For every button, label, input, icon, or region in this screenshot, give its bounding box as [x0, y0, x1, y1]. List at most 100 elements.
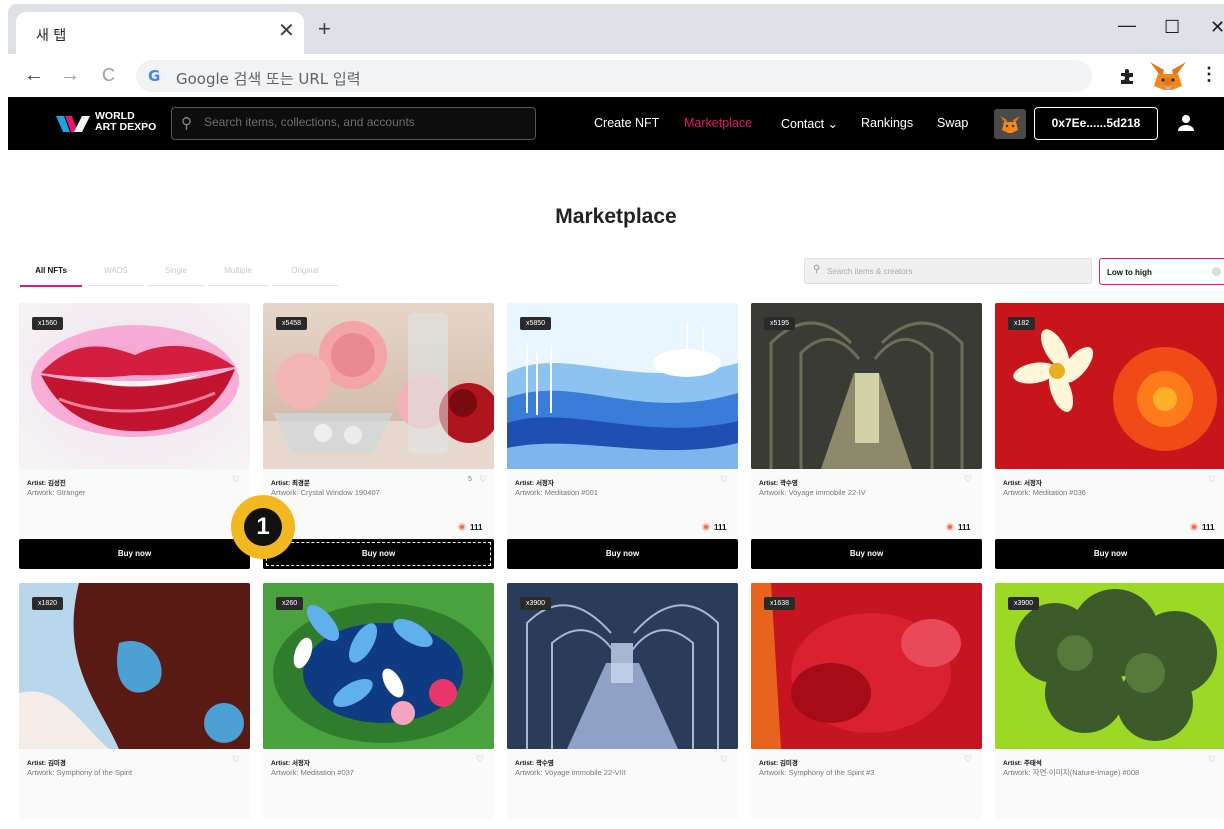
artwork-title: Artwork: Stranger	[27, 488, 86, 497]
edition-badge: x3900	[520, 597, 552, 610]
nav-marketplace[interactable]: Marketplace	[684, 116, 752, 130]
heart-icon[interactable]: ♡	[232, 754, 240, 765]
tab-strip: 새 탭 ✕ + — ☐ ✕	[8, 4, 1224, 54]
new-tab-icon[interactable]: +	[318, 18, 331, 40]
site-search-input[interactable]	[204, 115, 524, 129]
step-number: 1	[244, 508, 282, 546]
marketplace-search[interactable]: ⚲ Search items & creators	[804, 258, 1092, 284]
coin-icon	[946, 523, 954, 531]
artist-name: Artist: 최경문	[271, 480, 310, 487]
card-info: Artist: 김미경 Artwork: Symphony of the Spi…	[751, 749, 982, 819]
artwork-image[interactable]: x1820	[19, 583, 250, 749]
sort-value: Low to high	[1107, 268, 1152, 277]
price: 111	[1190, 523, 1214, 532]
site-header: WORLD ART DEXPO ⚲ Create NFT Marketplace…	[8, 97, 1224, 150]
edition-badge: x1560	[32, 317, 64, 330]
artwork-image[interactable]: x3900	[507, 583, 738, 749]
artwork-image[interactable]: x5850	[507, 303, 738, 469]
price-value: 111	[470, 523, 483, 532]
price-value: 111	[958, 523, 971, 532]
browser-menu-icon[interactable]: ⋮	[1200, 64, 1218, 85]
artwork-image[interactable]: x3900	[995, 583, 1224, 749]
browser-window: 새 탭 ✕ + — ☐ ✕ ← → C G Google 검색 또는 URL 입…	[8, 4, 1224, 829]
artwork-image[interactable]: x1638	[751, 583, 982, 749]
artist-name: Artist: 김미경	[759, 760, 798, 767]
heart-icon[interactable]: ♡	[720, 474, 728, 485]
metamask-extension-icon[interactable]	[1148, 60, 1188, 92]
coin-icon	[1190, 523, 1198, 531]
card-info: Artist: 서정자 Artwork: Meditation #001 ♡ 1…	[507, 469, 738, 539]
extensions-icon[interactable]	[1118, 66, 1138, 86]
price: 111	[946, 523, 970, 532]
heart-icon[interactable]: ♡	[1208, 474, 1216, 485]
nav-contact[interactable]: Contact ⌄	[781, 116, 838, 131]
artwork-image[interactable]: x5458	[263, 303, 494, 469]
omnibox-placeholder: Google 검색 또는 URL 입력	[176, 70, 361, 88]
minimize-icon[interactable]: —	[1118, 14, 1136, 36]
heart-icon[interactable]: ♡	[232, 474, 240, 485]
buy-now-button[interactable]: Buy now	[263, 539, 494, 569]
price-value: 111	[714, 523, 727, 532]
artist-name: Artist: 주태석	[1003, 760, 1042, 767]
nav-create-nft[interactable]: Create NFT	[594, 116, 659, 130]
back-icon[interactable]: ←	[24, 64, 44, 86]
maximize-icon[interactable]: ☐	[1164, 16, 1180, 38]
tab-close-icon[interactable]: ✕	[278, 21, 295, 41]
metamask-button[interactable]	[994, 109, 1026, 139]
artwork-title: Artwork: Symphony of the Spirit #3	[759, 768, 875, 777]
artwork-title: Artwork: Symphony of the Spirit	[27, 768, 133, 777]
wallet-address-button[interactable]: 0x7Ee......5d218	[1034, 107, 1158, 140]
buy-now-button[interactable]: Buy now	[751, 539, 982, 569]
step-marker: 1	[231, 495, 295, 559]
filter-tab-wads[interactable]: WADS	[88, 266, 144, 286]
card-info: Artist: 김성진 Artwork: Stranger ♡	[19, 469, 250, 539]
price: 111	[702, 523, 726, 532]
filter-tab-single[interactable]: Single	[148, 266, 204, 286]
edition-badge: x5850	[520, 317, 552, 330]
sort-clear-icon[interactable]	[1212, 267, 1221, 276]
buy-now-button[interactable]: Buy now	[19, 539, 250, 569]
close-window-icon[interactable]: ✕	[1210, 16, 1224, 38]
reload-icon[interactable]: C	[102, 64, 115, 86]
nav-swap[interactable]: Swap	[937, 116, 968, 130]
heart-icon[interactable]: ♡	[476, 754, 484, 765]
artist-name: Artist: 곽수영	[515, 760, 554, 767]
coin-icon	[458, 523, 466, 531]
heart-icon[interactable]: ♡	[1208, 754, 1216, 765]
artist-name: Artist: 서정자	[515, 480, 554, 487]
artwork-title: Artwork: Meditation #037	[271, 768, 354, 777]
heart-icon[interactable]: ♡	[479, 474, 487, 485]
sort-select[interactable]: Low to high	[1099, 258, 1224, 285]
artwork-image[interactable]: x260	[263, 583, 494, 749]
browser-tab[interactable]: 새 탭 ✕	[16, 12, 304, 54]
heart-icon[interactable]: ♡	[720, 754, 728, 765]
heart-icon[interactable]: ♡	[964, 474, 972, 485]
artwork-image[interactable]: x1560	[19, 303, 250, 469]
coin-icon	[702, 523, 710, 531]
artwork-title: Artwork: Meditation #036	[1003, 488, 1086, 497]
buy-now-button[interactable]: Buy now	[995, 539, 1224, 569]
card-info: Artist: 서정자 Artwork: Meditation #036 ♡ 1…	[995, 469, 1224, 539]
logo-text[interactable]: WORLD ART DEXPO	[95, 111, 156, 133]
buy-now-button[interactable]: Buy now	[507, 539, 738, 569]
artwork-image[interactable]: x182	[995, 303, 1224, 469]
artwork-title: Artwork: Voyage immobile 22-IV	[759, 488, 866, 497]
site-search[interactable]: ⚲	[171, 107, 536, 140]
card-info: Artist: 김미경 Artwork: Symphony of the Spi…	[19, 749, 250, 819]
user-account-icon[interactable]	[1175, 112, 1197, 134]
artwork-title: Artwork: 자연-이미지(Nature-Image) #008	[1003, 768, 1140, 777]
filter-tab-original[interactable]: Original	[272, 266, 338, 286]
heart-icon[interactable]: ♡	[964, 754, 972, 765]
nav-rankings[interactable]: Rankings	[861, 116, 913, 130]
forward-icon[interactable]: →	[60, 64, 80, 86]
filter-tab-all-nfts[interactable]: All NFTs	[20, 266, 82, 287]
filter-tab-multiple[interactable]: Multiple	[208, 266, 268, 286]
edition-badge: x1820	[32, 597, 64, 610]
artwork-image[interactable]: x5195	[751, 303, 982, 469]
world-art-dexpo-logo[interactable]	[56, 112, 90, 136]
search-icon: ⚲	[813, 264, 821, 275]
artist-name: Artist: 곽수영	[759, 480, 798, 487]
omnibox[interactable]: G Google 검색 또는 URL 입력	[136, 60, 1092, 92]
artist-name: Artist: 김미경	[27, 760, 66, 767]
address-bar-row: ← → C G Google 검색 또는 URL 입력 ⋮	[8, 54, 1224, 98]
